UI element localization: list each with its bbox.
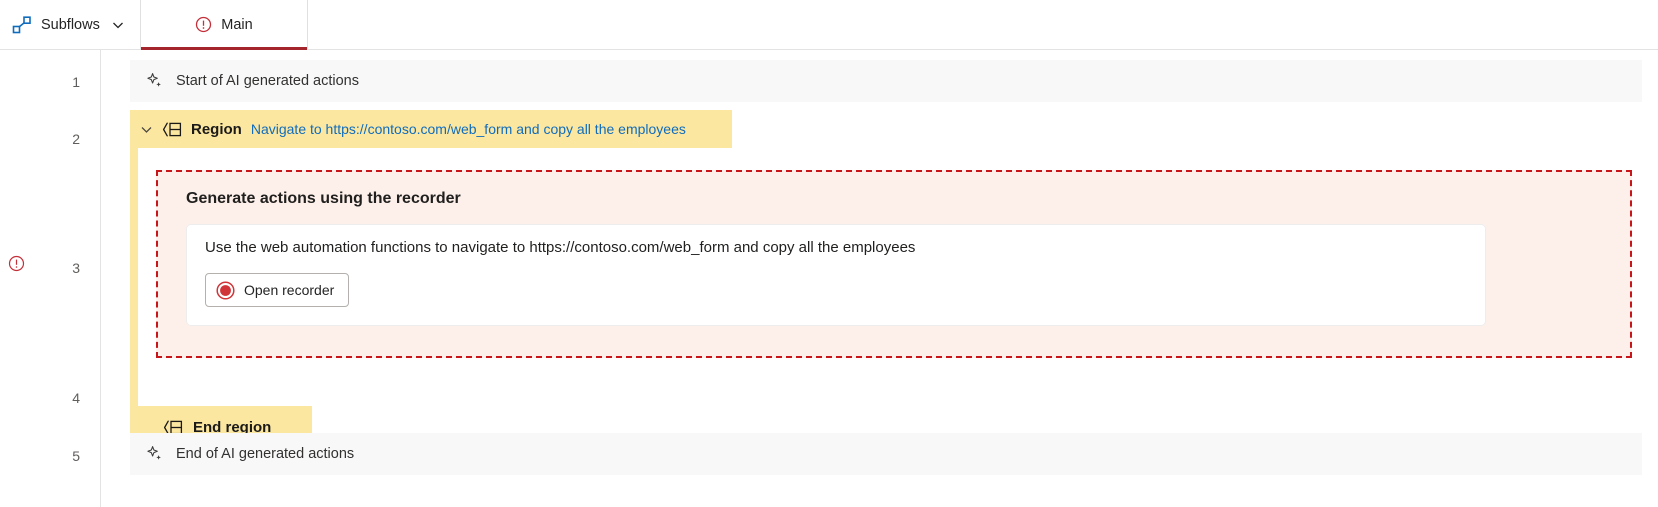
recorder-title: Generate actions using the recorder [186, 190, 461, 207]
recorder-prompt-text: Use the web automation functions to navi… [205, 239, 916, 256]
line-number: 2 [72, 131, 80, 147]
open-recorder-button[interactable]: Open recorder [205, 273, 350, 307]
line-number: 3 [72, 260, 80, 276]
tab-main[interactable]: Main [140, 0, 308, 50]
region-icon [162, 121, 182, 138]
region-keyword: Region [191, 120, 242, 138]
ai-sparkle-icon [146, 445, 164, 463]
region-indent-bar [130, 148, 138, 406]
line-number: 1 [72, 74, 80, 90]
subflow-icon [12, 15, 32, 34]
ai-sparkle-icon [146, 72, 164, 90]
region-description: Navigate to https://contoso.com/web_form… [250, 121, 686, 137]
subflows-label: Subflows [41, 16, 100, 33]
recorder-block: Generate actions using the recorder Use … [156, 170, 1632, 358]
row-end-ai-label: End of AI generated actions [176, 446, 355, 462]
line-number: 4 [72, 390, 80, 406]
chevron-down-icon[interactable] [140, 123, 153, 136]
designer-header: Subflows Main [0, 0, 1658, 50]
subflows-dropdown[interactable]: Subflows [0, 0, 140, 49]
flow-designer: Subflows Main 1 2 3 4 5 Start of AI gene… [0, 0, 1658, 507]
chevron-down-icon[interactable] [111, 18, 125, 32]
tab-main-label: Main [221, 16, 253, 33]
error-circle-icon [195, 16, 212, 33]
error-circle-icon[interactable] [8, 255, 25, 272]
recorder-card: Use the web automation functions to navi… [186, 224, 1486, 326]
row-end-ai-actions[interactable]: End of AI generated actions [130, 433, 1642, 475]
open-recorder-label: Open recorder [244, 282, 335, 298]
line-number-gutter: 1 2 3 4 5 [0, 50, 101, 507]
line-number: 5 [72, 448, 80, 464]
action-list: Start of AI generated actions Region Nav… [102, 50, 1658, 507]
row-start-ai-label: Start of AI generated actions [176, 73, 359, 89]
row-region[interactable]: Region Navigate to https://contoso.com/w… [130, 110, 732, 148]
row-start-ai-actions[interactable]: Start of AI generated actions [130, 60, 1642, 102]
record-circle-icon [216, 280, 235, 300]
